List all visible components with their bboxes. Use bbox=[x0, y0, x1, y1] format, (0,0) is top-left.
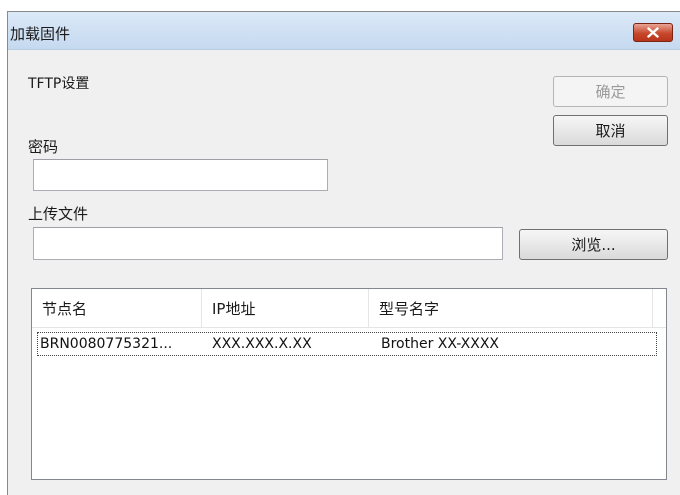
title-bar: 加载固件 bbox=[8, 12, 680, 50]
tftp-settings-label: TFTP设置 bbox=[28, 76, 90, 92]
node-list[interactable]: 节点名 IP地址 型号名字 BRN0080775321... XXX.XXX.X… bbox=[31, 288, 667, 480]
ok-button[interactable]: 确定 bbox=[553, 76, 668, 107]
column-node-name[interactable]: 节点名 bbox=[32, 289, 202, 327]
column-model-name[interactable]: 型号名字 bbox=[369, 289, 653, 327]
password-field[interactable] bbox=[33, 159, 328, 191]
upload-file-field[interactable] bbox=[33, 227, 503, 260]
close-button[interactable] bbox=[633, 23, 673, 42]
password-label: 密码 bbox=[28, 138, 59, 156]
ip-address-cell: XXX.XXX.X.XX bbox=[212, 336, 312, 352]
table-row[interactable]: BRN0080775321... XXX.XXX.X.XX Brother XX… bbox=[37, 332, 657, 356]
list-header: 节点名 IP地址 型号名字 bbox=[32, 289, 666, 328]
cancel-button[interactable]: 取消 bbox=[553, 115, 668, 146]
browse-button[interactable]: 浏览... bbox=[519, 229, 668, 260]
model-name-cell: Brother XX-XXXX bbox=[381, 336, 500, 352]
close-icon bbox=[647, 27, 659, 38]
column-ip-address[interactable]: IP地址 bbox=[202, 289, 369, 327]
node-name-cell: BRN0080775321... bbox=[40, 336, 173, 352]
window-title: 加载固件 bbox=[10, 25, 71, 43]
upload-file-label: 上传文件 bbox=[28, 205, 89, 223]
load-firmware-dialog: 加载固件 TFTP设置 确定 取消 密码 上传文件 浏览... 节点名 IP地址… bbox=[7, 11, 680, 495]
